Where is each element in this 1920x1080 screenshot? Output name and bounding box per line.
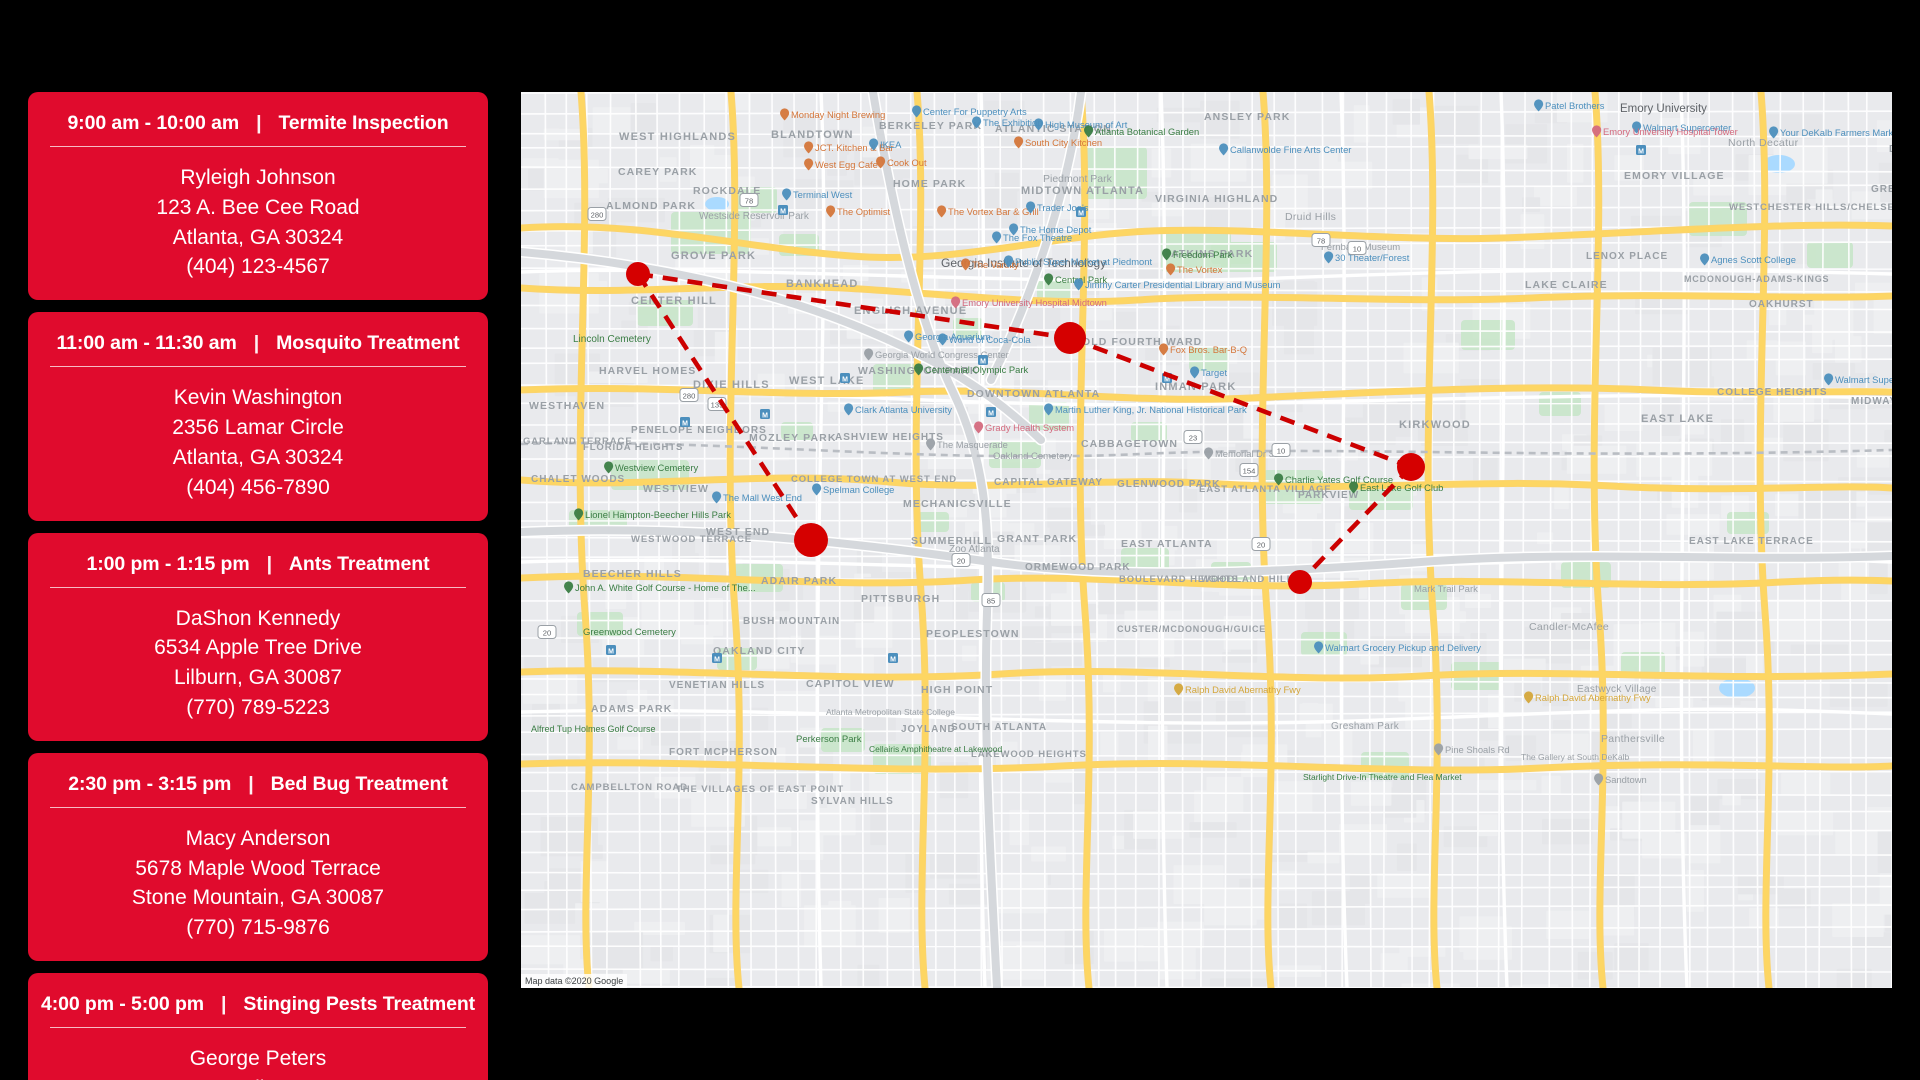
appointment-header: 2:30 pm - 3:15 pm | Bed Bug Treatment [50, 767, 466, 807]
appointment-card[interactable]: 11:00 am - 11:30 am | Mosquito Treatment Ke… [28, 312, 488, 521]
header-separator: | [221, 993, 227, 1015]
route-stop-marker[interactable] [794, 523, 828, 557]
appointment-customer: Kevin Washington [173, 386, 343, 410]
route-schedule-screen: 9:00 am - 10:00 am | Termite Inspection Ryl… [0, 0, 1920, 1080]
appointment-city-state-zip: Atlanta, GA 30324 [172, 225, 344, 249]
route-segment [636, 272, 813, 542]
appointment-customer: DaShon Kennedy [175, 606, 341, 630]
appointment-service: Ants Treatment [288, 552, 430, 575]
schedule-panel: 9:00 am - 10:00 am | Termite Inspection Ryl… [28, 92, 488, 1080]
map-attribution: Map data ©2020 Google [521, 974, 628, 988]
appointment-service: Termite Inspection [278, 112, 449, 134]
header-separator: | [266, 552, 272, 575]
appointment-time: 4:00 pm - 5:00 pm [40, 993, 205, 1015]
appointment-header: 4:00 pm - 5:00 pm | Stinging Pests Treatme… [41, 987, 475, 1027]
route-stop-marker[interactable] [1288, 570, 1312, 594]
card-divider [50, 586, 466, 588]
appointment-phone[interactable]: (404) 456-7890 [50, 473, 466, 503]
appointment-time: 9:00 am - 10:00 am [67, 112, 240, 134]
appointment-header: 9:00 am - 10:00 am | Termite Inspection [50, 106, 466, 146]
route-stop-marker[interactable] [1054, 322, 1086, 354]
appointment-card[interactable]: 2:30 pm - 3:15 pm | Bed Bug Treatment Macy … [28, 752, 488, 961]
map-panel[interactable]: WEST HIGHLANDS BLANDTOWN BERKELEY PARK ATLA… [521, 92, 1892, 988]
route-segment [1298, 465, 1413, 584]
appointment-customer: Macy Anderson [185, 826, 331, 850]
appointment-phone[interactable]: (770) 789-5223 [50, 693, 466, 723]
appointment-customer: Ryleigh Johnson [180, 166, 336, 189]
card-divider [50, 146, 466, 147]
appointment-street: 6534 Apple Tree Drive [154, 636, 362, 660]
appointment-header: 1:00 pm - 1:15 pm | Ants Treatment [50, 547, 466, 587]
appointment-phone[interactable]: (404) 123-4567 [50, 252, 466, 282]
appointment-street: 2356 Lamar Circle [172, 416, 344, 440]
appointment-details: Ryleigh Johnson 123 A. Bee Cee Road Atlant… [50, 151, 466, 282]
appointment-street: 123 A. Bee Cee Road [156, 195, 360, 219]
appointment-card[interactable]: 1:00 pm - 1:15 pm | Ants Treatment DaShon K… [28, 532, 488, 741]
appointment-phone[interactable]: (770) 715-9876 [50, 913, 466, 943]
appointment-service: Bed Bug Treatment [270, 772, 448, 795]
card-divider [50, 806, 466, 808]
appointment-service: Mosquito Treatment [276, 332, 460, 355]
appointment-time: 1:00 pm - 1:15 pm [86, 552, 250, 575]
appointment-customer: George Peters [189, 1047, 327, 1070]
appointment-time: 11:00 am - 11:30 am [56, 332, 237, 355]
route-segment [637, 271, 1071, 341]
appointment-header: 11:00 am - 11:30 am | Mosquito Treatment [50, 326, 466, 366]
appointment-details: DaShon Kennedy 6534 Apple Tree Drive Lilbu… [50, 592, 466, 723]
route-stop-marker[interactable] [626, 262, 650, 286]
appointment-details: Kevin Washington 2356 Lamar Circle Atlanta… [50, 371, 466, 502]
appointment-service: Stinging Pests Treatment [243, 993, 476, 1015]
header-separator: | [256, 112, 262, 134]
appointment-city-state-zip: Stone Mountain, GA 30087 [131, 886, 385, 910]
appointment-street: 5678 Maple Wood Terrace [135, 856, 381, 880]
card-divider [50, 1027, 466, 1028]
appointment-card[interactable]: 4:00 pm - 5:00 pm | Stinging Pests Treatme… [28, 973, 488, 1080]
appointment-details: George Peters3456 Landings CourtStone Mo… [50, 1032, 466, 1080]
card-divider [50, 366, 466, 368]
appointment-card[interactable]: 9:00 am - 10:00 am | Termite Inspection Ryl… [28, 92, 488, 301]
appointment-time: 2:30 pm - 3:15 pm [68, 772, 232, 795]
appointment-street: 3456 Landings Court [50, 1074, 466, 1080]
header-separator: | [248, 772, 254, 795]
header-separator: | [253, 332, 260, 355]
appointment-details: Macy Anderson 5678 Maple Wood Terrace Ston… [50, 812, 466, 943]
appointment-city-state-zip: Lilburn, GA 30087 [173, 666, 343, 690]
appointment-city-state-zip: Atlanta, GA 30324 [172, 445, 344, 469]
route-segment [1069, 335, 1412, 470]
route-stop-marker[interactable] [1397, 453, 1425, 481]
route-overlay [626, 262, 1425, 594]
